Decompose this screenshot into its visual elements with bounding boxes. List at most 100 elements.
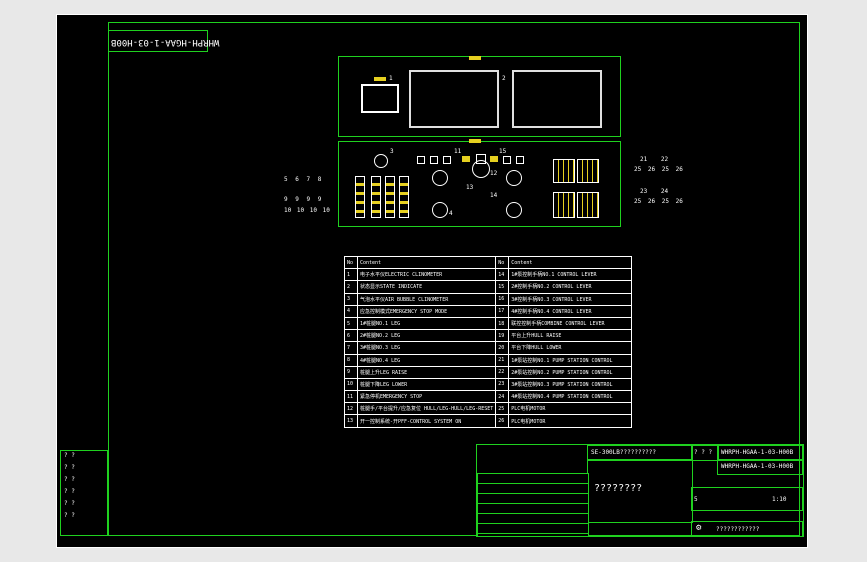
cell: 开一控制系统-开PFF-CONTROL SYSTEM ON	[356, 414, 497, 428]
callout-26a: 26	[647, 166, 656, 173]
control-lever-3	[506, 170, 522, 186]
revision-q1: ? ?	[64, 452, 75, 459]
table-row: 8 4#桩腿NO.4 LEG 21 1#泵站控制NO.1 PUMP STATION C…	[344, 353, 633, 367]
callout-10c: 10	[309, 207, 317, 214]
table-row: 5 1#桩腿NO.1 LEG 18 联控控制手柄COMBINE CONTROL LEV…	[344, 316, 633, 331]
state-display-left	[409, 70, 499, 128]
callout-25b: 25	[661, 166, 669, 173]
tb-dwgno2-cell: WHRPH-HGAA-1-03-H00B	[717, 459, 803, 475]
cell: 3#桩腿NO.3 LEG	[356, 341, 497, 355]
title-block: SE-300LB?????????? ? ? ? WHRPH-HGAA-1-03…	[476, 444, 804, 537]
label-14: 14	[490, 192, 498, 199]
bom-header-content2: Content	[508, 255, 633, 270]
table-row: 12 桩腿手/平台提升/应急复位 HULL/LEG-HULL/LEG-RESET 2…	[344, 402, 633, 416]
label-13: 13	[466, 184, 474, 191]
label-1: 1	[389, 75, 393, 82]
bom-header-content: Content	[356, 255, 497, 270]
cell: 电子水平仪ELECTRIC CLINOMETER	[356, 268, 497, 282]
cell: 2#泵站控制NO.2 PUMP STATION CONTROL	[508, 365, 633, 379]
cell: 11	[344, 390, 358, 404]
cell: 13	[344, 414, 358, 428]
table-row: 10 桩腿下降LEG LOWER 23 3#泵站控制NO.3 PUMP STATION…	[344, 377, 633, 392]
tb-q-cell: ? ? ?	[691, 445, 719, 461]
bom-header-row: No Content No Content	[344, 255, 633, 270]
side-row-2: 9 9 9 9	[284, 196, 321, 203]
callout-9b: 9	[295, 196, 299, 203]
cell: 20	[495, 341, 510, 355]
cell: 联控控制手柄COMBINE CONTROL LEVER	[508, 316, 633, 331]
cell: 1#泵站控制NO.1 PUMP STATION CONTROL	[508, 353, 633, 367]
cell: 4#泵站控制NO.4 PUMP STATION CONTROL	[508, 390, 633, 404]
cell: 12	[344, 402, 358, 416]
leg-control-4	[399, 176, 409, 218]
pump-station-grid-3	[553, 192, 575, 218]
cell: 4	[344, 304, 358, 318]
cell: 平台上升HULL RAISE	[508, 329, 633, 343]
cell: PLC电机MOTOR	[508, 414, 633, 428]
cell: 2#控制手柄NO.2 CONTROL LEVER	[508, 280, 633, 294]
cell: 1#泵控制手柄NO.1 CONTROL LEVER	[508, 268, 633, 282]
revision-q6: ? ?	[64, 512, 75, 519]
right-row-2: 25 26 25 26	[634, 166, 683, 173]
label-15: 15	[499, 148, 507, 155]
callout-8: 8	[317, 176, 322, 183]
table-row: 4 应急控制模式EMERGENCY STOP MODE 17 4#控制手柄NO.4 C…	[344, 304, 633, 318]
tb-sheet: 5	[694, 496, 698, 503]
cell: 桩腿下降LEG LOWER	[356, 377, 497, 392]
table-row: 7 3#桩腿NO.3 LEG 20 平台下降HULL LOWER	[344, 341, 633, 355]
callout-26c: 26	[647, 198, 656, 205]
switch-2	[430, 156, 438, 164]
cell: 桩腿上升LEG RAISE	[356, 365, 497, 379]
pump-station-grid-4	[577, 192, 599, 218]
cell: 6	[344, 329, 358, 343]
cell: 14	[495, 268, 510, 282]
side-row-3: 10 10 10 10	[284, 207, 330, 214]
control-lever-2	[432, 202, 448, 218]
stamp-label: WHRPH-HGAA-1-03-H00B	[111, 37, 220, 47]
revision-q2: ? ?	[64, 464, 75, 471]
label-4: 4	[449, 210, 453, 217]
tb-company: ????????????	[716, 526, 760, 533]
table-row: 2 状态显示STATE INDICATE 15 2#控制手柄NO.2 CONTROL …	[344, 280, 633, 294]
cell: 应急控制模式EMERGENCY STOP MODE	[356, 304, 497, 318]
callout-5: 5	[284, 176, 288, 183]
callout-6: 6	[295, 176, 299, 183]
tb-title-cell: ????????	[587, 459, 693, 523]
table-row: 11 紧急停机EMERGENCY STOP 24 4#泵站控制NO.4 PUMP ST…	[344, 390, 633, 404]
switch-8	[516, 156, 524, 164]
drawing-sheet: WHRPH-HGAA-1-03-H00B 1 2 3 11 15 4 12 13…	[56, 14, 808, 548]
logo-icon: ⚙	[696, 523, 702, 533]
callout-23: 23	[640, 188, 648, 195]
callout-26b: 26	[675, 166, 683, 173]
cell: 2	[344, 280, 358, 294]
cell: 24	[495, 390, 510, 404]
panel-tab-1	[374, 77, 386, 81]
callout-9c: 9	[306, 196, 311, 203]
label-11: 11	[454, 148, 462, 155]
callout-24: 24	[660, 188, 669, 195]
cell: 8	[344, 353, 358, 367]
cell: 9	[344, 365, 358, 379]
right-row-3: 23 24	[640, 188, 668, 195]
cell: 紧急停机EMERGENCY STOP	[356, 390, 497, 404]
switch-1	[417, 156, 425, 164]
cell: 气泡水平仪AIR BUBBLE CLINOMETER	[356, 292, 497, 306]
table-row: 3 气泡水平仪AIR BUBBLE CLINOMETER 16 3#控制手柄NO.3 …	[344, 292, 633, 306]
cell: 3	[344, 292, 358, 306]
revision-q5: ? ?	[64, 500, 75, 507]
tb-company-cell: ⚙ ????????????	[691, 521, 803, 537]
callout-10a: 10	[284, 207, 292, 214]
control-lever-combine	[472, 160, 490, 178]
cell: 17	[495, 304, 510, 318]
tb-q-top: ? ? ?	[694, 449, 713, 456]
bubble-clinometer	[374, 154, 388, 168]
control-lever-4	[506, 202, 522, 218]
cell: 平台下降HULL LOWER	[508, 341, 633, 355]
cell: 16	[495, 292, 510, 306]
cell: 10	[344, 377, 358, 392]
label-12: 12	[490, 170, 498, 177]
cell: 23	[495, 377, 510, 392]
cell: 22	[495, 365, 510, 379]
tb-scale: 1:10	[772, 496, 787, 503]
panel-top-tab	[469, 56, 481, 60]
